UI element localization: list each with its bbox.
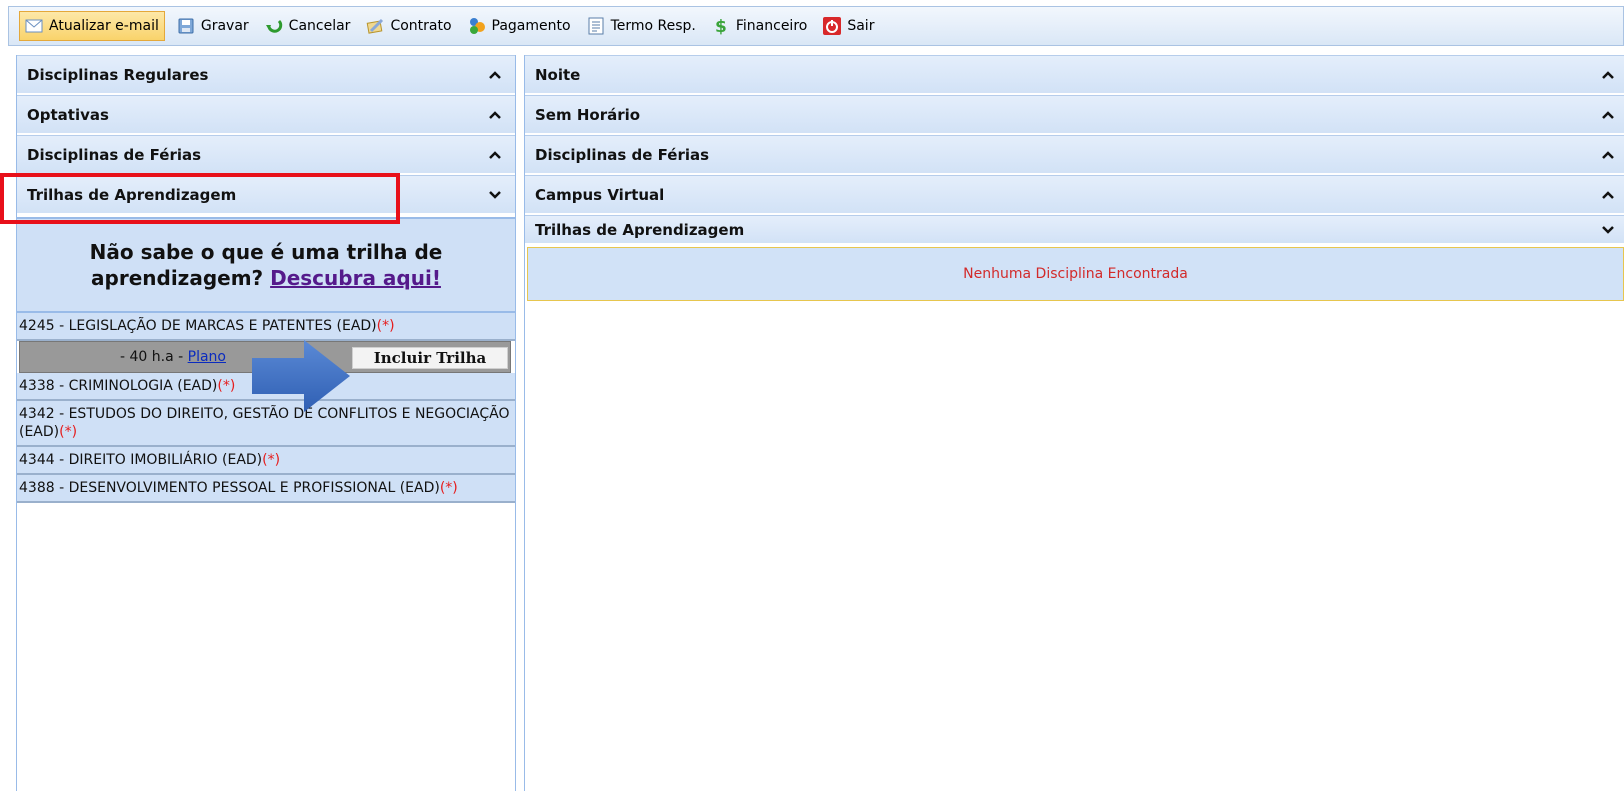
- power-icon: [823, 17, 842, 35]
- cancel-label: Cancelar: [288, 18, 351, 34]
- highlight-box: [0, 173, 400, 224]
- section-virtual-campus[interactable]: Campus Virtual: [525, 175, 1624, 215]
- course-title: 4338 - CRIMINOLOGIA (EAD): [19, 378, 218, 394]
- section-label: Campus Virtual: [535, 185, 665, 204]
- discover-link[interactable]: Descubra aqui!: [270, 266, 441, 290]
- required-marker: (*): [376, 318, 395, 334]
- payment-button[interactable]: Pagamento: [464, 12, 575, 40]
- course-hours: - 40 h.a - Plano: [120, 349, 226, 365]
- cancel-button[interactable]: Cancelar: [261, 12, 355, 40]
- update-email-label: Atualizar e-mail: [49, 18, 159, 34]
- section-label: Trilhas de Aprendizagem: [535, 220, 745, 239]
- hours-text: - 40 h.a -: [120, 349, 184, 365]
- section-regular-courses[interactable]: Disciplinas Regulares: [17, 55, 515, 95]
- terms-button[interactable]: Termo Resp.: [583, 12, 700, 40]
- save-button[interactable]: Gravar: [173, 12, 253, 40]
- undo-arrow-icon: [265, 17, 283, 35]
- info-line-2: aprendizagem? Descubra aqui!: [91, 265, 441, 291]
- chevron-up-icon[interactable]: [489, 149, 501, 161]
- section-vacation-courses[interactable]: Disciplinas de Férias: [17, 135, 515, 175]
- exit-label: Sair: [847, 18, 875, 34]
- annotation-arrow-icon: [252, 340, 350, 412]
- payment-label: Pagamento: [491, 18, 571, 34]
- save-label: Gravar: [200, 18, 249, 34]
- contract-pen-icon: [366, 17, 384, 35]
- required-marker: (*): [59, 424, 78, 440]
- document-icon: [587, 17, 605, 35]
- info-line-2-prefix: aprendizagem?: [91, 266, 264, 290]
- required-marker: (*): [217, 378, 236, 394]
- financial-label: Financeiro: [735, 18, 808, 34]
- info-line-1: Não sabe o que é uma trilha de: [89, 240, 443, 264]
- required-marker: (*): [262, 452, 281, 468]
- chevron-up-icon[interactable]: [1602, 69, 1614, 81]
- section-label: Disciplinas Regulares: [27, 65, 209, 84]
- dollar-icon: $: [712, 17, 730, 35]
- right-panel: Noite Sem Horário Disciplinas de Férias …: [524, 55, 1624, 791]
- empty-state-message: Nenhuma Disciplina Encontrada: [527, 247, 1624, 301]
- section-label: Disciplinas de Férias: [27, 145, 202, 164]
- chevron-down-icon[interactable]: [1602, 224, 1614, 236]
- list-item[interactable]: 4344 - DIREITO IMOBILIÁRIO (EAD)(*): [17, 447, 515, 475]
- include-track-button[interactable]: Incluir Trilha: [352, 347, 508, 369]
- payment-icon: [468, 17, 486, 35]
- section-learning-tracks[interactable]: Trilhas de Aprendizagem: [525, 215, 1624, 245]
- list-item[interactable]: 4245 - LEGISLAÇÃO DE MARCAS E PATENTES (…: [17, 313, 515, 341]
- section-vacation-courses[interactable]: Disciplinas de Férias: [525, 135, 1624, 175]
- envelope-icon: [25, 17, 43, 35]
- learning-track-info: Não sabe o que é uma trilha de aprendiza…: [17, 217, 515, 313]
- section-optional-courses[interactable]: Optativas: [17, 95, 515, 135]
- chevron-down-icon[interactable]: [489, 189, 501, 201]
- financial-button[interactable]: $ Financeiro: [708, 12, 811, 40]
- chevron-up-icon[interactable]: [489, 69, 501, 81]
- chevron-up-icon[interactable]: [1602, 109, 1614, 121]
- toolbar: Atualizar e-mail Gravar Cancelar Contrat…: [8, 6, 1624, 46]
- contract-button[interactable]: Contrato: [362, 12, 455, 40]
- course-title: 4344 - DIREITO IMOBILIÁRIO (EAD): [19, 452, 263, 468]
- svg-text:$: $: [715, 17, 727, 35]
- course-title: 4388 - DESENVOLVIMENTO PESSOAL E PROFISS…: [19, 480, 440, 496]
- chevron-up-icon[interactable]: [489, 109, 501, 121]
- exit-button[interactable]: Sair: [819, 12, 878, 40]
- left-panel: Disciplinas Regulares Optativas Discipli…: [16, 55, 516, 791]
- section-label: Sem Horário: [535, 105, 641, 124]
- terms-label: Termo Resp.: [610, 18, 696, 34]
- required-marker: (*): [439, 480, 458, 496]
- update-email-button[interactable]: Atualizar e-mail: [19, 11, 165, 41]
- section-night[interactable]: Noite: [525, 55, 1624, 95]
- section-label: Optativas: [27, 105, 109, 124]
- section-label: Noite: [535, 65, 581, 84]
- floppy-disk-icon: [177, 17, 195, 35]
- course-title: 4245 - LEGISLAÇÃO DE MARCAS E PATENTES (…: [19, 318, 377, 334]
- section-label: Disciplinas de Férias: [535, 145, 710, 164]
- chevron-up-icon[interactable]: [1602, 149, 1614, 161]
- section-no-schedule[interactable]: Sem Horário: [525, 95, 1624, 135]
- plan-link[interactable]: Plano: [188, 349, 226, 365]
- list-item[interactable]: 4388 - DESENVOLVIMENTO PESSOAL E PROFISS…: [17, 475, 515, 503]
- chevron-up-icon[interactable]: [1602, 189, 1614, 201]
- contract-label: Contrato: [390, 18, 452, 34]
